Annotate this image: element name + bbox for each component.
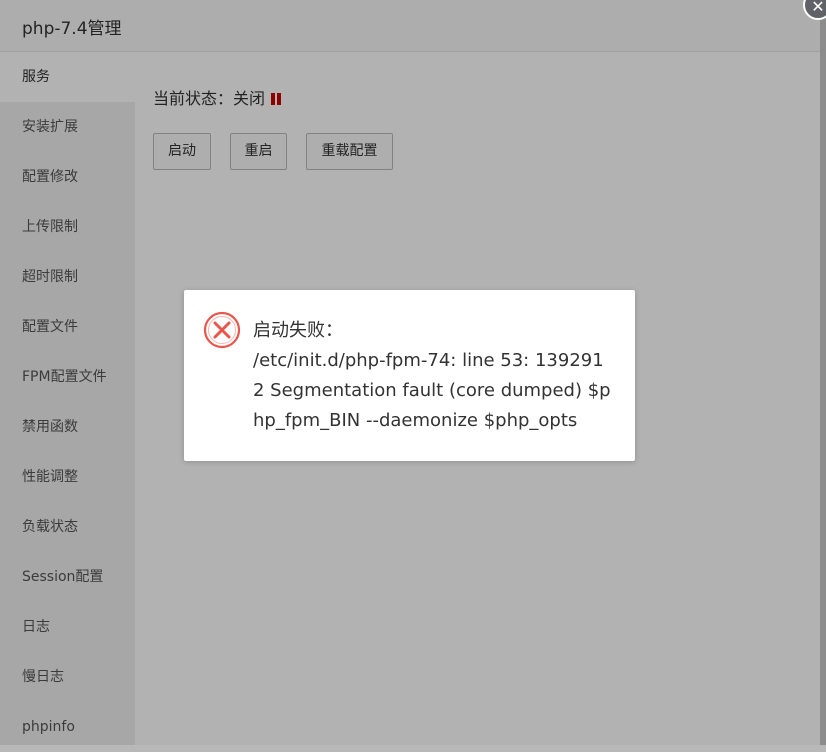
error-message: 启动失败： /etc/init.d/php-fpm-74: line 53: 1…	[253, 316, 613, 436]
error-detail: /etc/init.d/php-fpm-74: line 53: 1392912…	[253, 350, 611, 431]
error-circle-icon	[203, 311, 241, 349]
error-dialog: 启动失败： /etc/init.d/php-fpm-74: line 53: 1…	[184, 290, 635, 461]
error-title: 启动失败：	[253, 320, 343, 341]
background-page-edge	[820, 0, 826, 745]
